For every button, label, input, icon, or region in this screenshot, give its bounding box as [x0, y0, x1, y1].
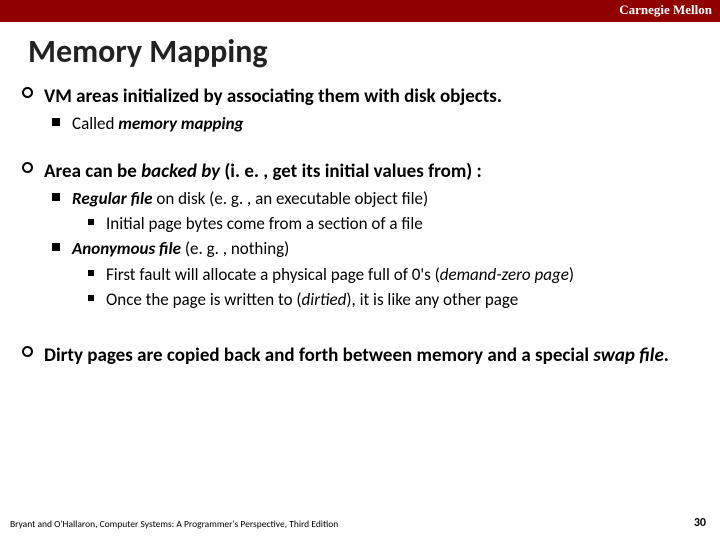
text: (e. g. , nothing) — [181, 238, 289, 259]
text: First fault will allocate a physical pag… — [106, 264, 440, 285]
text: Area can be — [44, 160, 141, 183]
text: Initial page bytes come from a section o… — [106, 213, 423, 234]
bullet-l3: Once the page is written to (dirtied), i… — [106, 289, 690, 310]
bullet-l2: Anonymous file (e. g. , nothing) — [72, 238, 690, 259]
text-em: dirtied — [302, 289, 347, 310]
text: Called — [72, 113, 118, 134]
bullet-l2: Called memory mapping — [72, 113, 690, 134]
text-em: demand-zero page — [440, 264, 569, 285]
brand-text: Carnegie Mellon — [619, 2, 712, 17]
square-bullet-icon — [88, 219, 94, 225]
text: Dirty pages are copied back and forth be… — [44, 344, 593, 367]
slide: Carnegie Mellon Memory Mapping VM areas … — [0, 0, 720, 540]
bullet-l3: First fault will allocate a physical pag… — [106, 264, 690, 285]
bullet-l1: Area can be backed by (i. e. , get its i… — [44, 160, 690, 184]
text-em: swap file — [593, 344, 663, 367]
bullet-l3: Initial page bytes come from a section o… — [106, 213, 690, 234]
circle-bullet-icon — [22, 162, 33, 173]
footer-citation: Bryant and O'Hallaron, Computer Systems:… — [10, 518, 338, 530]
square-bullet-icon — [88, 270, 94, 276]
bullet-l1: VM areas initialized by associating them… — [44, 85, 690, 109]
content-body: VM areas initialized by associating them… — [44, 85, 690, 368]
text: ), it is like any other page — [346, 289, 518, 310]
page-number: 30 — [694, 516, 706, 530]
text-em: Regular file — [72, 188, 153, 209]
text: on disk (e. g. , an executable object fi… — [153, 188, 429, 209]
square-bullet-icon — [52, 193, 60, 201]
square-bullet-icon — [52, 118, 60, 126]
circle-bullet-icon — [22, 87, 33, 98]
circle-bullet-icon — [22, 346, 33, 357]
text: . — [664, 344, 669, 367]
text-em: backed by — [141, 160, 220, 183]
bullet-l1: Dirty pages are copied back and forth be… — [44, 344, 690, 368]
text: Once the page is written to ( — [106, 289, 302, 310]
text: (i. e. , get its initial values from) : — [220, 160, 482, 183]
brand-bar: Carnegie Mellon — [0, 0, 720, 22]
square-bullet-icon — [88, 295, 94, 301]
text-em: memory mapping — [118, 113, 243, 134]
square-bullet-icon — [52, 243, 60, 251]
bullet-text: VM areas initialized by associating them… — [44, 85, 502, 108]
text-em: Anonymous file — [72, 238, 181, 259]
text: ) — [569, 264, 574, 285]
bullet-l2: Regular file on disk (e. g. , an executa… — [72, 188, 690, 209]
page-title: Memory Mapping — [28, 32, 720, 71]
